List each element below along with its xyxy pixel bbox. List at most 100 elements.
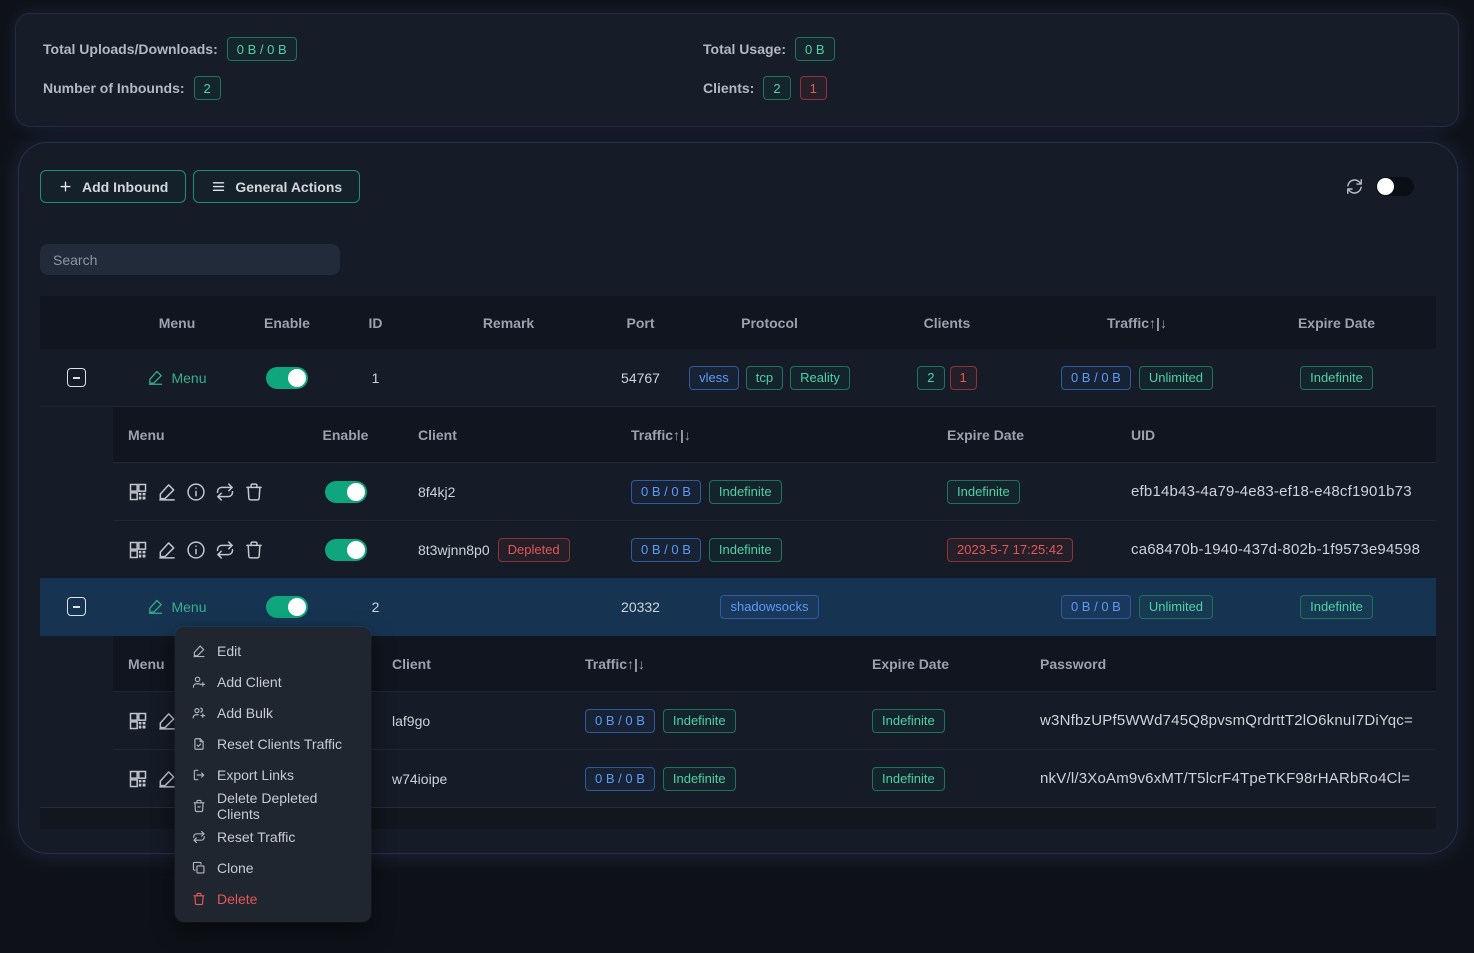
context-menu-reset-traffic[interactable]: Reset Traffic (175, 821, 371, 852)
expire-tag: Indefinite (872, 767, 945, 791)
context-menu-delete-depleted-clients[interactable]: Delete Depleted Clients (175, 790, 371, 821)
traffic-tag: 0 B / 0 B (1061, 366, 1131, 390)
general-actions-button[interactable]: General Actions (193, 170, 360, 203)
context-menu-label: Export Links (217, 767, 294, 783)
stats-left-column: Total Uploads/Downloads: 0 B / 0 B Numbe… (43, 36, 703, 104)
client-actions (113, 482, 303, 502)
collapse-row-button[interactable] (67, 597, 86, 616)
stats-card: Total Uploads/Downloads: 0 B / 0 B Numbe… (16, 14, 1458, 126)
context-menu-clone[interactable]: Clone (175, 852, 371, 883)
inbound-id: 2 (333, 599, 418, 615)
client-row[interactable]: 8t3wjnn8p0 Depleted 0 B / 0 B Indefinite… (113, 520, 1436, 578)
header-client: Client (388, 427, 603, 443)
client-enable-toggle[interactable] (325, 481, 367, 503)
total-uploads-downloads-label: Total Uploads/Downloads: (43, 41, 218, 57)
clone-icon (192, 861, 206, 875)
edit-pencil-icon[interactable] (157, 711, 177, 731)
header-id: ID (333, 315, 418, 331)
context-menu-label: Add Bulk (217, 705, 273, 721)
stat-clients: Clients: 2 1 (703, 75, 835, 101)
edit-pencil-icon[interactable] (157, 540, 177, 560)
header-uid: UID (1107, 427, 1436, 443)
traffic-limit-tag: Unlimited (1139, 366, 1213, 390)
header-menu: Menu (113, 427, 303, 443)
edit-pencil-icon (147, 369, 164, 386)
row-menu-label: Menu (171, 370, 206, 386)
context-menu-export-links[interactable]: Export Links (175, 759, 371, 790)
trash-icon[interactable] (244, 482, 264, 502)
inbounds-table-header: Menu Enable ID Remark Port Protocol Clie… (40, 296, 1436, 349)
reset-traffic-icon[interactable] (215, 540, 235, 560)
clients-label: Clients: (703, 80, 754, 96)
clients-active-tag: 2 (917, 366, 944, 390)
qr-code-icon[interactable] (128, 711, 148, 731)
dark-mode-toggle[interactable] (1376, 177, 1414, 196)
trash-icon[interactable] (244, 540, 264, 560)
client-name: w74ioipe (368, 771, 558, 787)
stat-total-usage: Total Usage: 0 B (703, 36, 835, 62)
context-menu-delete[interactable]: Delete (175, 883, 371, 914)
number-of-inbounds-label: Number of Inbounds: (43, 80, 185, 96)
client-name: laf9go (368, 713, 558, 729)
add-inbound-label: Add Inbound (82, 179, 168, 195)
row-menu-link[interactable]: Menu (147, 369, 206, 386)
stats-right-column: Total Usage: 0 B Clients: 2 1 (703, 36, 835, 104)
edit-pencil-icon[interactable] (157, 482, 177, 502)
header-expire-date: Expire Date (803, 656, 1013, 672)
header-clients: Clients (857, 315, 1037, 331)
context-menu-label: Add Client (217, 674, 282, 690)
trash-icon (192, 892, 206, 906)
edit-pencil-icon[interactable] (157, 769, 177, 789)
expire-tag: Indefinite (1300, 595, 1373, 619)
header-traffic-sort[interactable]: Traffic↑|↓ (558, 656, 803, 672)
toggle-knob (347, 483, 365, 501)
context-menu-label: Delete Depleted Clients (217, 790, 361, 822)
context-menu-label: Edit (217, 643, 241, 659)
context-menu-add-client[interactable]: Add Client (175, 666, 371, 697)
collapse-row-button[interactable] (67, 368, 86, 387)
inbound-enable-toggle[interactable] (266, 367, 308, 389)
header-enable: Enable (241, 315, 333, 331)
client-name: 8t3wjnn8p0 (418, 542, 490, 558)
qr-code-icon[interactable] (128, 540, 148, 560)
client-row[interactable]: 8f4kj2 0 B / 0 B Indefinite Indefinite e… (113, 462, 1436, 520)
context-menu-label: Clone (217, 860, 254, 876)
qr-code-icon[interactable] (128, 482, 148, 502)
inbound-context-menu: Edit Add Client Add Bulk Reset Clients T… (175, 627, 371, 922)
header-remark: Remark (418, 315, 599, 331)
reset-traffic-icon[interactable] (215, 482, 235, 502)
context-menu-reset-clients-traffic[interactable]: Reset Clients Traffic (175, 728, 371, 759)
header-enable: Enable (303, 427, 388, 443)
info-icon[interactable] (186, 540, 206, 560)
client-table-vless: Menu Enable Client Traffic↑|↓ Expire Dat… (113, 407, 1436, 578)
traffic-limit-tag: Indefinite (709, 480, 782, 504)
add-inbound-button[interactable]: Add Inbound (40, 170, 186, 203)
reset-traffic-icon (192, 830, 206, 844)
header-traffic-sort[interactable]: Traffic↑|↓ (1037, 315, 1237, 331)
number-of-inbounds-value: 2 (194, 76, 221, 100)
header-traffic-sort[interactable]: Traffic↑|↓ (603, 427, 897, 443)
header-password: Password (1013, 656, 1436, 672)
client-enable-toggle[interactable] (325, 539, 367, 561)
trash-minus-icon (192, 799, 206, 813)
inbound-enable-toggle[interactable] (266, 596, 308, 618)
row-menu-link[interactable]: Menu (147, 598, 206, 615)
context-menu-edit[interactable]: Edit (175, 635, 371, 666)
context-menu-add-bulk[interactable]: Add Bulk (175, 697, 371, 728)
search-input[interactable] (40, 244, 340, 275)
qr-code-icon[interactable] (128, 769, 148, 789)
depleted-badge: Depleted (498, 538, 570, 562)
stat-total-uploads-downloads: Total Uploads/Downloads: 0 B / 0 B (43, 36, 703, 62)
refresh-icon[interactable] (1346, 178, 1363, 195)
total-usage-value: 0 B (795, 37, 835, 61)
traffic-tag: 0 B / 0 B (1061, 595, 1131, 619)
header-port: Port (599, 315, 682, 331)
users-plus-icon (192, 706, 206, 720)
client-name: 8f4kj2 (388, 484, 603, 500)
traffic-limit-tag: Indefinite (709, 538, 782, 562)
file-reset-icon (192, 737, 206, 751)
header-client: Client (368, 656, 558, 672)
inbound-row-1[interactable]: Menu 1 54767 vless tcp Reality 2 1 0 B /… (40, 349, 1436, 407)
info-icon[interactable] (186, 482, 206, 502)
user-plus-icon (192, 675, 206, 689)
